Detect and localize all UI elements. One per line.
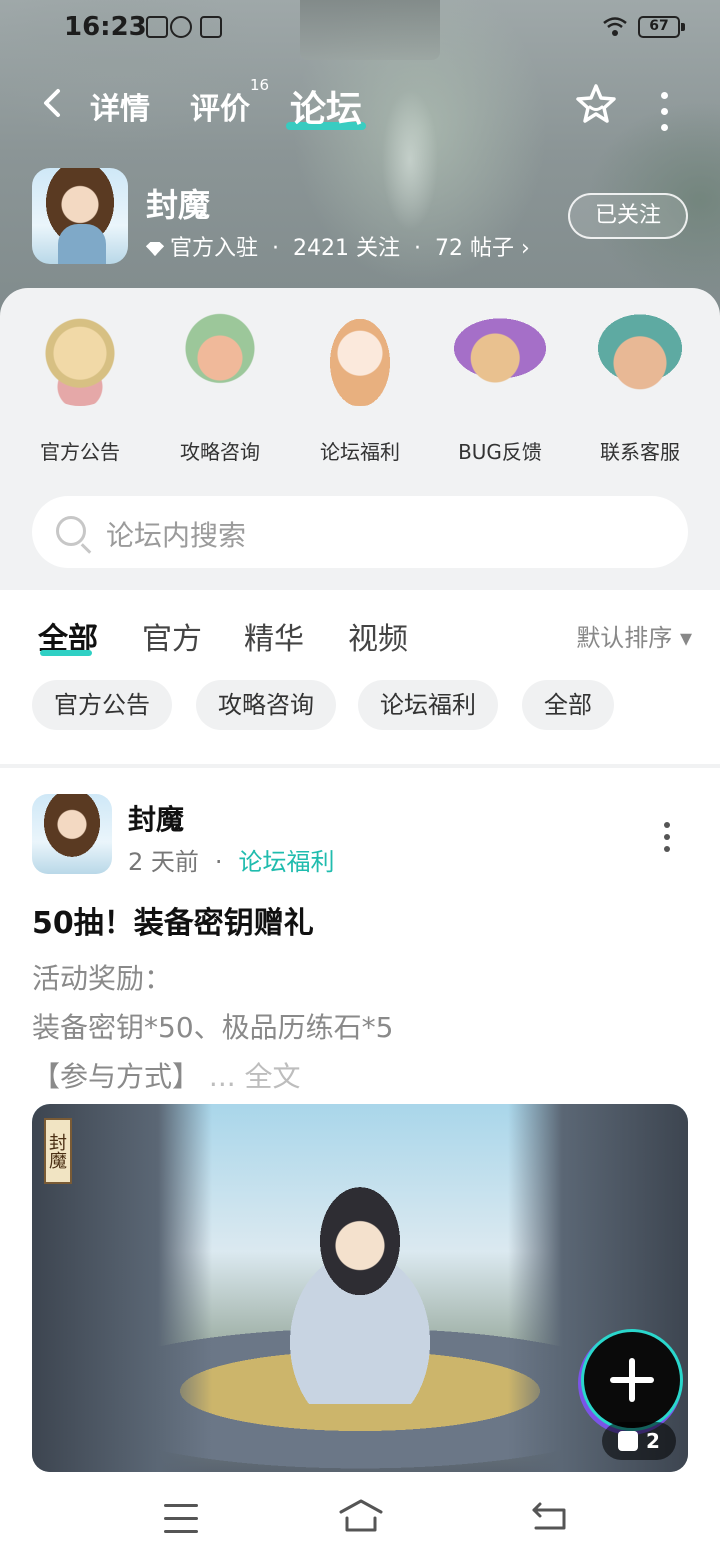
filter-tab-video[interactable]: 视频	[348, 614, 408, 658]
image-icon	[618, 1431, 638, 1451]
top-nav: 详情 评价 16 论坛	[0, 76, 720, 136]
filter-tab-indicator	[40, 650, 92, 656]
meditating-character	[290, 1184, 430, 1404]
post-line: 【参与方式】	[32, 1060, 201, 1093]
category-label: 官方公告	[40, 440, 120, 464]
author-avatar[interactable]	[32, 794, 112, 874]
home-icon[interactable]	[338, 1498, 384, 1534]
dragon-mascot-icon	[592, 310, 688, 406]
favorite-star-icon[interactable]	[574, 82, 618, 126]
category-label: BUG反馈	[458, 440, 542, 464]
image-count-badge: 2	[602, 1422, 676, 1460]
category-label: 论坛福利	[320, 440, 400, 464]
system-navigation-bar	[0, 1480, 720, 1560]
post-line: 装备密钥*50、极品历练石*5	[32, 1011, 394, 1044]
chevron-right-icon: ›	[514, 236, 530, 261]
game-stats: 官方入驻 · 2421 关注 · 72 帖子 ›	[146, 230, 530, 262]
system-back-icon[interactable]	[530, 1500, 568, 1532]
post-filters: 全部 官方 精华 视频 默认排序 ▾ 官方公告 攻略咨询 论坛福利 全部	[0, 590, 720, 764]
follow-button[interactable]: 已关注	[568, 193, 688, 239]
category-support[interactable]: 联系客服	[570, 310, 710, 465]
status-bar: 16:23 67	[0, 0, 720, 56]
post-meta: 2 天前 · 论坛福利	[128, 848, 335, 876]
post-time: 2 天前	[128, 848, 199, 876]
reviews-count-badge: 16	[250, 76, 270, 94]
followers-count: 2421 关注	[293, 236, 400, 261]
category-benefits[interactable]: 论坛福利	[290, 310, 430, 465]
image-count: 2	[646, 1429, 660, 1453]
category-label: 联系客服	[600, 440, 680, 464]
sync-icon	[170, 16, 192, 38]
app-notification-icon	[200, 16, 222, 38]
forum-categories-card: 官方公告 攻略咨询 论坛福利 BUG反馈 联系客服 论坛内搜索	[0, 288, 720, 590]
search-icon	[56, 516, 86, 546]
dragon-mascot-icon	[452, 310, 548, 406]
filter-tab-featured[interactable]: 精华	[244, 614, 304, 658]
category-bug-report[interactable]: BUG反馈	[430, 310, 570, 465]
status-time: 16:23	[64, 12, 147, 42]
battery-indicator: 67	[638, 16, 685, 38]
game-logo-sign: 封魔	[44, 1118, 72, 1184]
forum-search-input[interactable]: 论坛内搜索	[32, 496, 688, 568]
game-icon	[32, 168, 128, 264]
back-arrow-icon[interactable]	[38, 88, 68, 118]
plus-icon-stroke	[629, 1358, 635, 1402]
media-icon	[146, 16, 168, 38]
posts-count[interactable]: 72 帖子	[435, 236, 514, 261]
tab-reviews[interactable]: 评价	[190, 84, 250, 128]
category-label: 攻略咨询	[180, 440, 260, 464]
more-options-icon[interactable]	[658, 90, 670, 131]
chip-announcements[interactable]: 官方公告	[32, 680, 172, 730]
post-more-icon[interactable]	[662, 822, 672, 852]
game-name: 封魔	[146, 186, 211, 224]
author-name[interactable]: 封魔	[128, 798, 184, 838]
post-line: 活动奖励：	[32, 962, 173, 995]
post-category-tag[interactable]: 论坛福利	[239, 848, 335, 876]
sort-dropdown[interactable]: 默认排序 ▾	[576, 618, 692, 653]
post-excerpt: 活动奖励： 装备密钥*50、极品历练石*5 【参与方式】 ... 全文	[32, 954, 393, 1101]
category-guides[interactable]: 攻略咨询	[150, 310, 290, 465]
dragon-mascot-icon	[312, 310, 408, 406]
search-placeholder: 论坛内搜索	[106, 519, 247, 552]
wifi-icon	[603, 17, 627, 36]
tab-details[interactable]: 详情	[90, 84, 150, 128]
filter-tab-official[interactable]: 官方	[142, 614, 202, 658]
chip-guides[interactable]: 攻略咨询	[196, 680, 336, 730]
diamond-icon	[146, 242, 164, 256]
read-full-link[interactable]: 全文	[245, 1060, 301, 1093]
post-title[interactable]: 50抽！装备密钥赠礼	[32, 898, 314, 942]
category-announcements[interactable]: 官方公告	[10, 310, 150, 465]
official-label: 官方入驻	[170, 236, 259, 261]
tab-forum[interactable]: 论坛	[290, 80, 362, 132]
ellipsis: ...	[200, 1060, 245, 1093]
post-image[interactable]: 封魔	[32, 1104, 688, 1472]
chip-all[interactable]: 全部	[522, 680, 614, 730]
dragon-mascot-icon	[172, 310, 268, 406]
create-post-button[interactable]	[584, 1332, 680, 1428]
menu-icon[interactable]	[164, 1504, 198, 1533]
chip-benefits[interactable]: 论坛福利	[358, 680, 498, 730]
dragon-mascot-icon	[32, 310, 128, 406]
